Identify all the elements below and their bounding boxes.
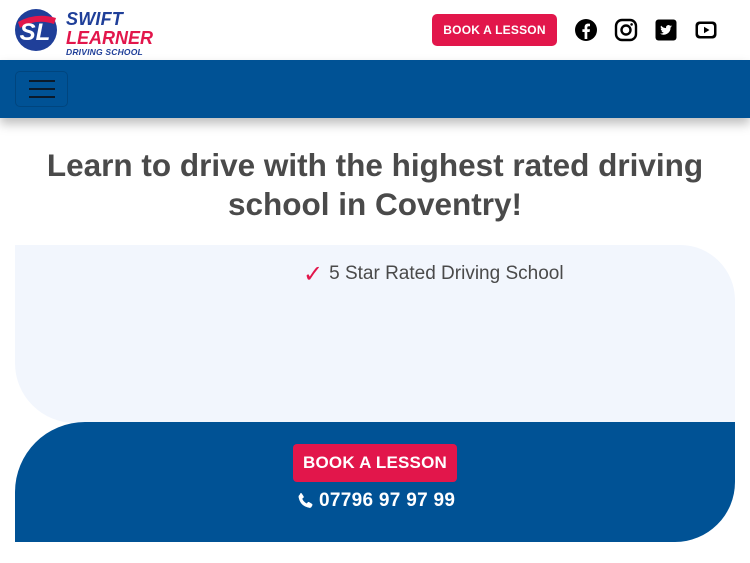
twitter-link[interactable]: [653, 17, 679, 43]
youtube-link[interactable]: [693, 17, 719, 43]
cta-book-lesson-button[interactable]: BOOK A LESSON: [293, 444, 457, 482]
hamburger-menu-icon-bar: [28, 96, 55, 98]
facebook-icon: [575, 19, 597, 41]
site-header: SL SWIFT LEARNER DRIVING SCHOOL BOOK A L…: [0, 0, 750, 60]
hero-heading-line-2: school in Coventry!: [227, 186, 523, 222]
hamburger-menu-button[interactable]: [15, 71, 68, 107]
hero-heading-line-1: Learn to drive with the highest rated dr…: [46, 147, 704, 183]
logo-mark-icon: SL: [15, 9, 57, 51]
instagram-icon: [614, 18, 638, 42]
site-logo[interactable]: SL SWIFT LEARNER DRIVING SCHOOL: [14, 4, 159, 57]
logo-line-driving-school: DRIVING SCHOOL: [66, 47, 143, 57]
header-book-lesson-button[interactable]: BOOK A LESSON: [432, 14, 557, 46]
facebook-link[interactable]: [573, 17, 599, 43]
twitter-icon: [655, 19, 677, 41]
instagram-link[interactable]: [613, 17, 639, 43]
checkmark-icon: ✓: [303, 260, 324, 288]
logo-line-learner: LEARNER: [66, 28, 154, 48]
hero-heading: Learn to drive with the highest rated dr…: [20, 146, 730, 224]
logo-mark-text: SL: [20, 19, 51, 46]
logo-wordmark: SWIFT LEARNER DRIVING SCHOOL: [66, 10, 153, 57]
phone-link[interactable]: 07796 97 97 99: [296, 490, 455, 512]
feature-item-label: 5 Star Rated Driving School: [329, 263, 564, 284]
feature-item: ✓ 5 Star Rated Driving School: [303, 262, 564, 286]
hamburger-menu-icon-bar: [28, 88, 55, 90]
hamburger-menu-icon-bar: [28, 80, 55, 82]
phone-number: 07796 97 97 99: [319, 490, 456, 511]
main-navbar: [0, 60, 750, 118]
youtube-icon: [695, 21, 717, 39]
cta-panel: [15, 422, 735, 542]
logo-line-swift: SWIFT: [66, 9, 123, 29]
phone-icon: [297, 492, 314, 509]
